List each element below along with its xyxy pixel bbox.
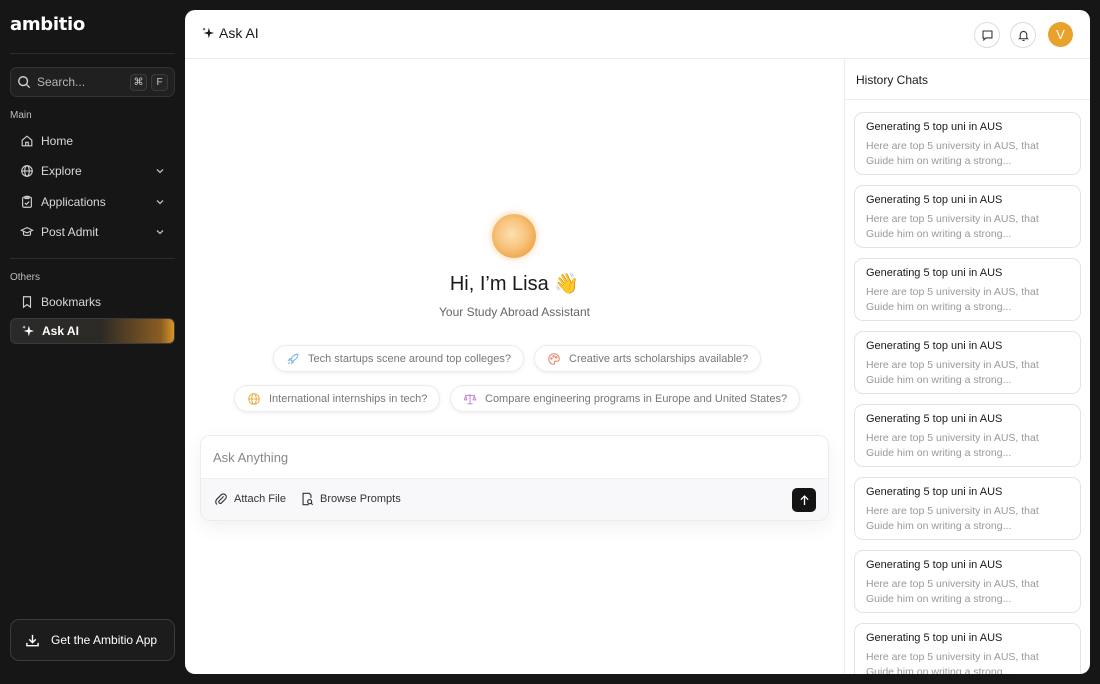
history-chat-title: Generating 5 top uni in AUS: [866, 559, 1003, 571]
arrow-up-icon: [799, 494, 809, 505]
history-chat-preview: Here are top 5 university in AUS, that G…: [866, 359, 1039, 386]
top-bar: Ask AI V: [185, 10, 1090, 59]
sidebar-item-ask-ai[interactable]: Ask AI: [10, 318, 175, 344]
sidebar-item-label: Bookmarks: [41, 295, 102, 309]
history-chat-preview: Here are top 5 university in AUS, that G…: [866, 286, 1039, 313]
search-input[interactable]: Search... ⌘ F: [10, 67, 175, 97]
page-title-text: Ask AI: [219, 25, 259, 41]
history-chat-card[interactable]: Generating 5 top uni in AUS Here are top …: [854, 550, 1081, 613]
history-chat-preview: Here are top 5 university in AUS, that G…: [866, 432, 1039, 459]
history-chat-card[interactable]: Generating 5 top uni in AUS Here are top …: [854, 477, 1081, 540]
history-chat-card[interactable]: Generating 5 top uni in AUS Here are top …: [854, 185, 1081, 248]
bookmark-icon: [22, 296, 32, 309]
chat-icon: [982, 30, 992, 41]
section-label-main: Main: [10, 110, 32, 121]
suggestion-chip[interactable]: Tech startups scene around top colleges?: [273, 345, 525, 372]
sparkle-icon: [22, 325, 35, 337]
sidebar-item-home[interactable]: Home: [10, 128, 175, 154]
sidebar: ambitio Search... ⌘ F Main Home Explore …: [0, 0, 185, 684]
download-icon: [26, 634, 39, 646]
globe-icon: [248, 392, 260, 405]
history-chat-card[interactable]: Generating 5 top uni in AUS Here are top …: [854, 404, 1081, 467]
graduation-cap-icon: [20, 226, 34, 236]
send-button[interactable]: [792, 488, 816, 512]
chevron-down-icon[interactable]: [155, 197, 165, 207]
get-app-button[interactable]: Get the Ambitio App: [10, 619, 175, 661]
chat-input[interactable]: [213, 446, 813, 468]
sidebar-item-label: Ask AI: [42, 324, 79, 338]
divider: [10, 53, 175, 54]
search-icon: [18, 76, 31, 89]
shortcut-key-cmd: ⌘: [130, 73, 147, 91]
paperclip-icon: [215, 493, 227, 505]
history-chat-title: Generating 5 top uni in AUS: [866, 340, 1003, 352]
sidebar-item-applications[interactable]: Applications: [10, 189, 175, 215]
greeting: Hi, I’m Lisa 👋: [449, 273, 580, 295]
history-chat-title: Generating 5 top uni in AUS: [866, 121, 1003, 133]
history-chat-preview: Here are top 5 university in AUS, that G…: [866, 140, 1039, 167]
divider: [10, 258, 175, 259]
globe-icon: [21, 165, 33, 177]
history-chat-card[interactable]: Generating 5 top uni in AUS Here are top …: [854, 258, 1081, 321]
history-chat-title: Generating 5 top uni in AUS: [866, 413, 1003, 425]
assistant-subtitle: Your Study Abroad Assistant: [439, 305, 590, 319]
history-chat-card[interactable]: Generating 5 top uni in AUS Here are top …: [854, 112, 1081, 175]
clipboard-icon: [22, 195, 32, 208]
history-chat-preview: Here are top 5 university in AUS, that G…: [866, 651, 1039, 674]
suggestion-label: International internships in tech?: [269, 392, 428, 405]
history-chat-title: Generating 5 top uni in AUS: [866, 486, 1003, 498]
chevron-down-icon[interactable]: [155, 227, 165, 237]
palette-icon: [548, 352, 560, 365]
history-panel: History Chats Generating 5 top uni in AU…: [844, 59, 1090, 674]
rocket-icon: [287, 353, 299, 365]
history-chat-card[interactable]: Generating 5 top uni in AUS Here are top …: [854, 331, 1081, 394]
chat-button[interactable]: [974, 22, 1000, 48]
suggestion-label: Tech startups scene around top colleges?: [308, 352, 512, 365]
assistant-orb: [492, 214, 536, 258]
suggestion-chip[interactable]: Creative arts scholarships available?: [534, 345, 762, 372]
attach-file-button[interactable]: Attach File: [214, 492, 286, 506]
history-chat-title: Generating 5 top uni in AUS: [866, 194, 1003, 206]
history-chat-preview: Here are top 5 university in AUS, that G…: [866, 505, 1039, 532]
history-list: Generating 5 top uni in AUS Here are top …: [854, 112, 1081, 674]
page-title: Ask AI: [201, 25, 259, 41]
ambitio-logo[interactable]: ambitio: [10, 14, 85, 35]
suggestion-label: Creative arts scholarships available?: [569, 352, 749, 365]
avatar[interactable]: V: [1048, 22, 1073, 47]
history-chat-preview: Here are top 5 university in AUS, that G…: [866, 213, 1039, 240]
chat-input-box: Attach File Browse Prompts: [200, 435, 829, 521]
browse-prompts-button[interactable]: Browse Prompts: [300, 492, 401, 506]
history-title: History Chats: [845, 59, 1090, 100]
chat-area: Hi, I’m Lisa 👋 Your Study Abroad Assista…: [185, 59, 844, 674]
section-label-others: Others: [10, 272, 41, 283]
sidebar-item-label: Applications: [41, 195, 106, 209]
suggestion-chip[interactable]: International internships in tech?: [234, 385, 441, 412]
search-placeholder: Search...: [37, 75, 86, 89]
history-chat-card[interactable]: Generating 5 top uni in AUS Here are top …: [854, 623, 1081, 674]
get-app-label: Get the Ambitio App: [51, 633, 158, 647]
browse-prompts-label: Browse Prompts: [320, 493, 401, 505]
sidebar-item-label: Post Admit: [41, 225, 99, 239]
sidebar-item-label: Explore: [41, 164, 82, 178]
suggestion-chip[interactable]: Compare engineering programs in Europe a…: [450, 385, 801, 412]
sidebar-item-label: Home: [41, 134, 74, 148]
history-chat-title: Generating 5 top uni in AUS: [866, 267, 1003, 279]
sidebar-item-post-admit[interactable]: Post Admit: [10, 219, 175, 245]
scale-icon: [463, 393, 477, 404]
input-toolbar: Attach File Browse Prompts: [201, 478, 828, 520]
sidebar-item-bookmarks[interactable]: Bookmarks: [10, 289, 175, 315]
history-chat-title: Generating 5 top uni in AUS: [866, 632, 1003, 644]
chevron-down-icon[interactable]: [155, 166, 165, 176]
attach-file-label: Attach File: [234, 493, 286, 505]
document-search-icon: [302, 492, 314, 506]
history-chat-preview: Here are top 5 university in AUS, that G…: [866, 578, 1039, 605]
notifications-button[interactable]: [1010, 22, 1036, 48]
main-panel: Ask AI V Hi, I’m Lisa 👋 Your Study Abroa…: [185, 10, 1090, 674]
sparkle-icon: [202, 27, 215, 39]
suggestion-label: Compare engineering programs in Europe a…: [485, 392, 788, 405]
home-icon: [21, 135, 33, 147]
bell-icon: [1017, 30, 1029, 41]
shortcut-key-f: F: [151, 73, 168, 91]
sidebar-item-explore[interactable]: Explore: [10, 158, 175, 184]
